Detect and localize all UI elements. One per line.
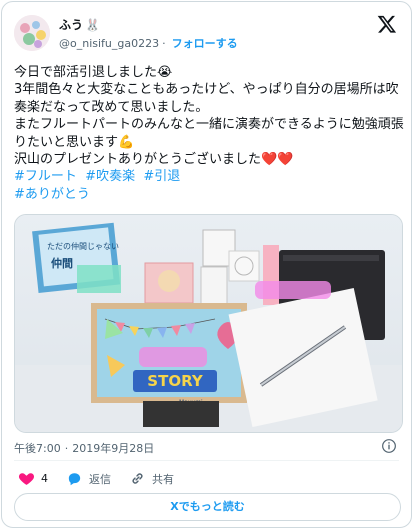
hashtag-line-1: #フルート #吹奏楽 #引退 <box>14 168 406 185</box>
time-text: 午後7:00 <box>14 442 61 455</box>
like-count: 4 <box>41 472 48 485</box>
photo-story-text: STORY <box>147 372 204 390</box>
author-name-text: ふう <box>59 18 84 32</box>
follow-button[interactable]: フォローする <box>172 35 238 51</box>
divider <box>14 460 399 461</box>
photo-illustration: ただの仲間じゃない 仲間 STORY <box>15 215 402 432</box>
rabbit-icon: 🐰 <box>85 17 100 32</box>
time-separator: · <box>64 441 69 455</box>
info-icon[interactable] <box>381 438 397 454</box>
timestamp[interactable]: 午後7:00 · 2019年9月28日 <box>14 440 154 456</box>
tweet-card: ふう 🐰 @o_nisifu_ga0223 · フォローする 今日で部活引退しま… <box>1 1 412 528</box>
tweet-line: 今日で部活引退しました😭 <box>14 65 173 80</box>
tweet-line: 沢山のプレゼントありがとうございました❤️❤️ <box>14 152 294 168</box>
action-bar: 4 返信 共有 <box>18 470 192 487</box>
reply-icon <box>68 473 81 486</box>
tweet-text: 今日で部活引退しました😭 3年間色々と大変なこともあったけど、やっぱり自分の居場… <box>14 64 406 203</box>
author-handle[interactable]: @o_nisifu_ga0223 <box>59 37 159 50</box>
reply-label: 返信 <box>89 472 111 486</box>
hashtag-brass-band[interactable]: #吹奏楽 <box>85 169 135 184</box>
link-icon <box>132 473 143 484</box>
tweet-line: またフルートパートのみんなと一緒に演奏ができるように勉強頑張りたいと思います💪 <box>14 117 404 150</box>
hashtag-thanks[interactable]: #ありがとう <box>14 187 90 202</box>
tweet-line: 3年間色々と大変なこともあったけど、やっぱり自分の居場所は吹奏楽だなって改めて思… <box>14 82 399 115</box>
handle-separator: · <box>162 36 166 50</box>
author-name[interactable]: ふう 🐰 <box>59 16 100 33</box>
hashtag-line-2: #ありがとう <box>14 186 406 203</box>
hashtag-flute[interactable]: #フルート <box>14 169 77 184</box>
date-text: 2019年9月28日 <box>72 442 155 455</box>
read-more-button[interactable]: Xでもっと読む <box>14 493 401 521</box>
tweet-photo[interactable]: ただの仲間じゃない 仲間 STORY <box>14 214 403 433</box>
author-handle-row: @o_nisifu_ga0223 · フォローする <box>59 35 238 51</box>
avatar[interactable] <box>14 15 50 51</box>
hashtag-retire[interactable]: #引退 <box>143 169 180 184</box>
reply-button[interactable]: 返信 <box>66 470 111 487</box>
share-button[interactable]: 共有 <box>129 470 174 487</box>
share-label: 共有 <box>152 472 174 486</box>
x-logo-icon[interactable] <box>377 14 397 34</box>
like-button[interactable]: 4 <box>18 470 48 487</box>
heart-icon <box>18 473 35 485</box>
photo-card-text-2: 仲間 <box>51 256 73 270</box>
photo-card-text-1: ただの仲間じゃない <box>47 241 119 251</box>
